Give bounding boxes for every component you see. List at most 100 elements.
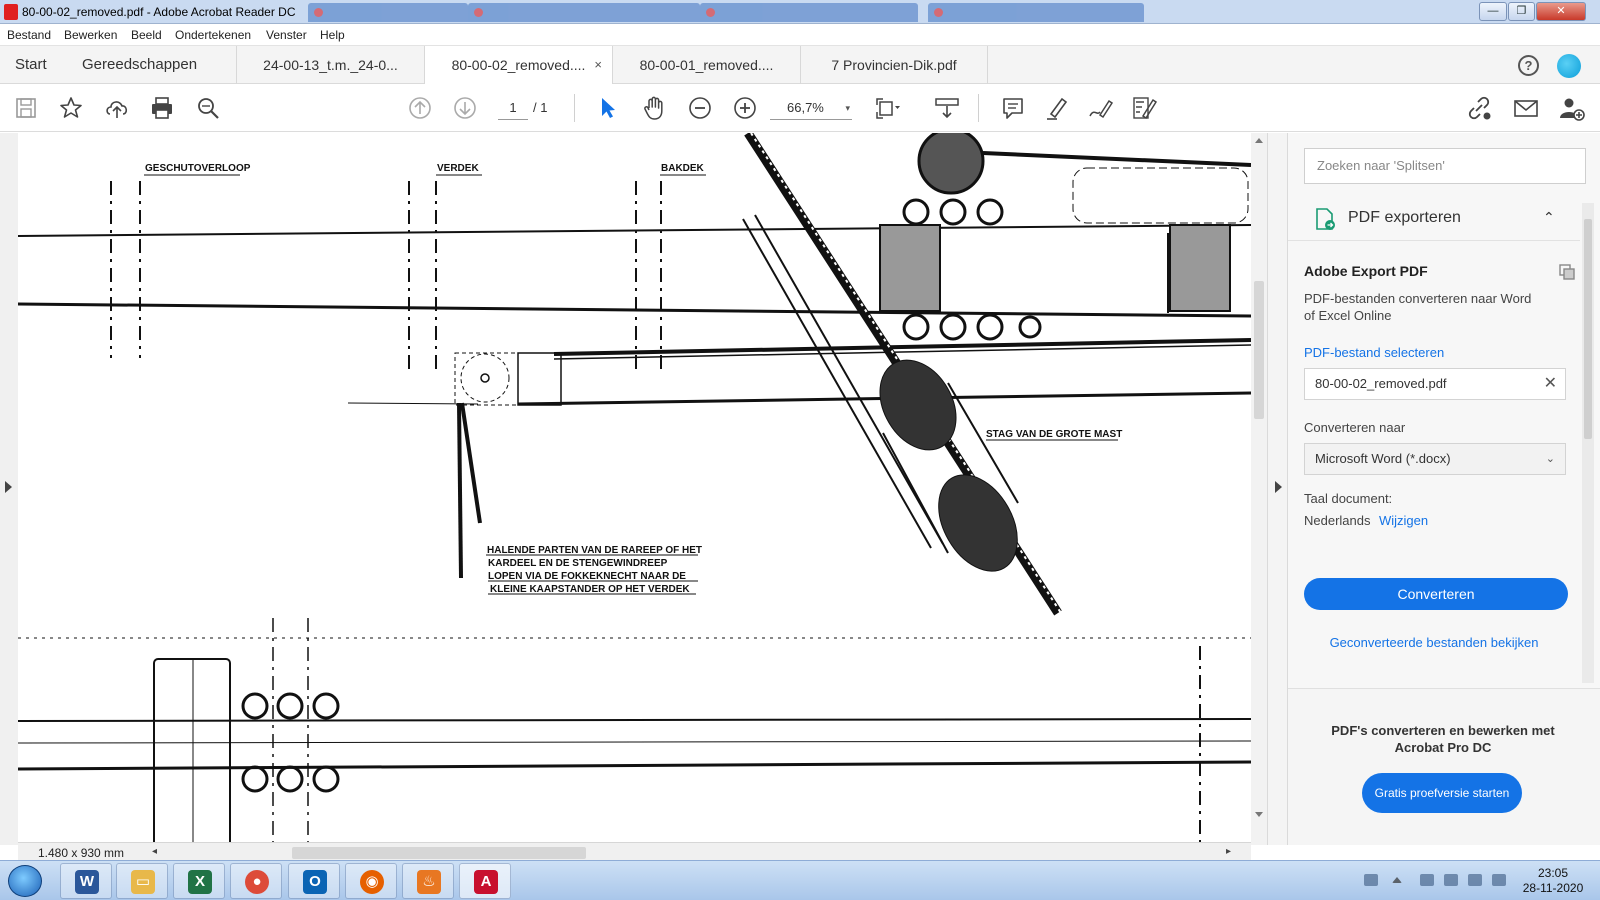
toolbar-divider [574, 94, 575, 122]
tray-volume-icon[interactable] [1468, 874, 1482, 886]
clock[interactable]: 23:05 28-11-2020 [1518, 866, 1588, 896]
taskbar-explorer[interactable]: ▭ [116, 863, 168, 899]
expand-left-icon [5, 481, 12, 493]
convert-button[interactable]: Converteren [1304, 578, 1568, 610]
email-icon[interactable] [1512, 94, 1540, 122]
save-icon[interactable] [12, 94, 40, 122]
taskbar-other-app[interactable]: ♨ [402, 863, 454, 899]
select-pointer-icon[interactable] [594, 94, 622, 122]
clock-date: 28-11-2020 [1522, 881, 1584, 895]
page-size-readout: 1.480 x 930 mm [38, 846, 125, 860]
panel-scrollbar[interactable] [1582, 203, 1594, 683]
tray-keyboard-icon[interactable] [1364, 874, 1378, 886]
cloud-upload-icon[interactable] [103, 94, 131, 122]
zoom-out-icon[interactable] [686, 94, 714, 122]
close-tab-icon[interactable]: × [594, 46, 602, 84]
add-user-icon[interactable] [1557, 94, 1585, 122]
background-window-tab[interactable] [700, 3, 918, 22]
minimize-button[interactable]: — [1479, 2, 1507, 21]
firefox-icon: ◉ [360, 870, 384, 894]
menu-bestand[interactable]: Bestand [7, 28, 51, 42]
hand-tool-icon[interactable] [640, 94, 668, 122]
scroll-thumb[interactable] [1254, 281, 1264, 419]
comment-icon[interactable] [999, 94, 1027, 122]
document-tab[interactable]: 24-00-13_t.m._24-0... [236, 46, 424, 84]
next-page-icon[interactable] [451, 94, 479, 122]
copy-icon[interactable] [1558, 263, 1576, 281]
tray-overflow-icon[interactable] [1392, 877, 1402, 883]
background-window-tab[interactable] [308, 3, 468, 22]
background-window-tab[interactable] [468, 3, 700, 22]
tab-start[interactable]: Start [15, 46, 47, 84]
clear-file-icon[interactable]: ✕ [1544, 369, 1557, 399]
scroll-right-icon[interactable]: ▸ [1226, 846, 1231, 857]
previous-page-icon[interactable] [406, 94, 434, 122]
profile-avatar-icon[interactable] [1557, 54, 1581, 78]
selected-file-field[interactable]: 80-00-02_removed.pdf ✕ [1304, 368, 1566, 400]
tray-signal-icon[interactable] [1492, 874, 1506, 886]
tray-flag-icon[interactable] [1420, 874, 1434, 886]
vertical-scrollbar[interactable] [1251, 133, 1267, 845]
chevron-up-icon[interactable]: ⌃ [1543, 209, 1555, 226]
language-label: Taal document: [1304, 491, 1393, 506]
change-language-link[interactable]: Wijzigen [1379, 513, 1428, 528]
chrome-icon: ● [245, 870, 269, 894]
share-link-icon[interactable] [1465, 94, 1493, 122]
menu-bewerken[interactable]: Bewerken [64, 28, 117, 42]
scroll-down-icon[interactable] [1255, 812, 1263, 817]
menu-bar: Bestand Bewerken Beeld Ondertekenen Vens… [0, 24, 1600, 46]
export-pdf-icon [1316, 208, 1335, 230]
document-viewport[interactable]: GESCHUTOVERLOOP VERDEK BAKDEK STAG VAN D… [0, 133, 1287, 862]
excel-icon: X [188, 870, 212, 894]
convert-to-label: Converteren naar [1304, 420, 1406, 435]
free-trial-button[interactable]: Gratis proefversie starten [1362, 773, 1522, 813]
background-window-tab[interactable] [928, 3, 1144, 22]
right-pane-toggle[interactable] [1267, 133, 1287, 845]
convert-format-select[interactable]: Microsoft Word (*.docx) ⌄ [1304, 443, 1566, 475]
maximize-button[interactable]: ❐ [1508, 2, 1535, 21]
language-value: Nederlands [1304, 513, 1371, 528]
horizontal-scroll-thumb[interactable] [292, 847, 586, 859]
tools-search-input[interactable]: Zoeken naar 'Splitsen' [1304, 148, 1586, 184]
taskbar-excel[interactable]: X [173, 863, 225, 899]
panel-scroll-thumb[interactable] [1584, 219, 1592, 439]
taskbar-chrome[interactable]: ● [230, 863, 282, 899]
scroll-up-icon[interactable] [1255, 138, 1263, 143]
menu-venster[interactable]: Venster [266, 28, 307, 42]
help-icon[interactable]: ? [1518, 55, 1539, 76]
select-file-link[interactable]: PDF-bestand selecteren [1304, 345, 1444, 360]
zoom-level-select[interactable]: 66,7% ▾ [770, 96, 852, 120]
tab-tools[interactable]: Gereedschappen [82, 46, 197, 84]
close-window-button[interactable]: ✕ [1536, 2, 1586, 21]
pdf-page: GESCHUTOVERLOOP VERDEK BAKDEK STAG VAN D… [18, 133, 1251, 842]
document-tab[interactable]: 7 Provincien-Dik.pdf [800, 46, 988, 84]
taskbar-firefox[interactable]: ◉ [345, 863, 397, 899]
bookmark-star-icon[interactable] [57, 94, 85, 122]
zoom-level-value: 66,7% [787, 100, 824, 115]
description-line-1: PDF-bestanden converteren naar Word [1304, 291, 1532, 306]
highlight-pen-icon[interactable] [1043, 94, 1071, 122]
tray-network-icon[interactable] [1444, 874, 1458, 886]
chrome-tab-icon [314, 8, 323, 17]
scroll-left-icon[interactable]: ◂ [152, 846, 157, 857]
print-icon[interactable] [148, 94, 176, 122]
menu-ondertekenen[interactable]: Ondertekenen [175, 28, 251, 42]
sign-icon[interactable] [1087, 94, 1115, 122]
menu-beeld[interactable]: Beeld [131, 28, 162, 42]
taskbar-outlook[interactable]: O [288, 863, 340, 899]
menu-help[interactable]: Help [320, 28, 345, 42]
document-tab-active[interactable]: 80-00-02_removed.... × [424, 46, 612, 85]
page-number-input[interactable]: 1 [498, 96, 528, 120]
export-pdf-header[interactable]: PDF exporteren ⌃ [1288, 195, 1580, 241]
document-tab[interactable]: 80-00-01_removed.... [612, 46, 800, 84]
fill-sign-icon[interactable] [1131, 94, 1159, 122]
taskbar-acrobat[interactable]: A [459, 863, 511, 899]
zoom-search-icon[interactable] [194, 94, 222, 122]
zoom-in-icon[interactable] [731, 94, 759, 122]
scroll-mode-icon[interactable] [933, 94, 961, 122]
view-converted-link[interactable]: Geconverteerde bestanden bekijken [1288, 635, 1580, 650]
left-pane-toggle[interactable] [0, 133, 18, 845]
taskbar-word[interactable]: W [60, 863, 112, 899]
start-button[interactable] [8, 865, 42, 897]
page-display-icon[interactable] [874, 94, 902, 122]
